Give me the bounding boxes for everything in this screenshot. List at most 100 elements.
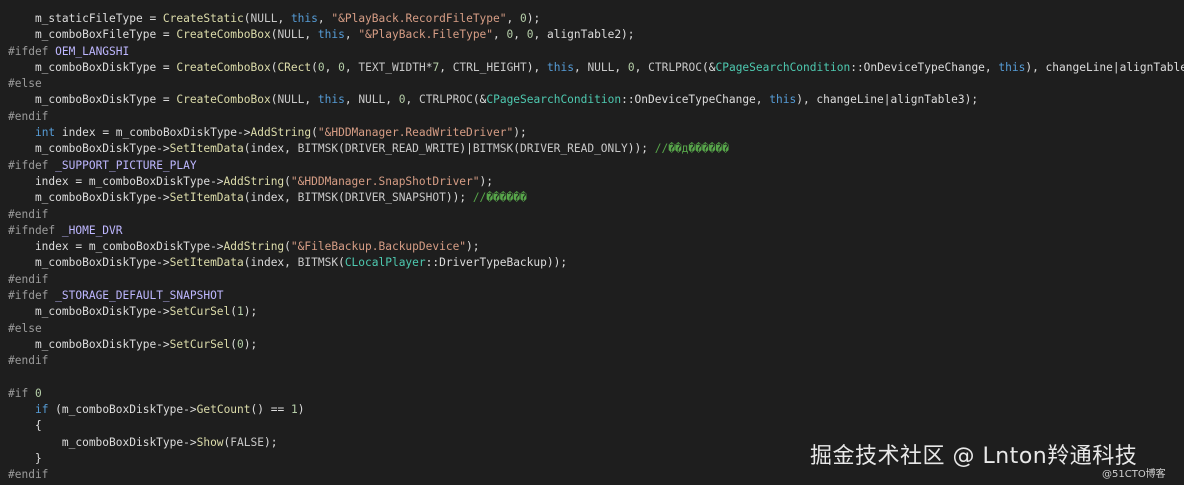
code-text-token: ), changeLine|alignTable3); <box>796 93 979 107</box>
code-text-token: (& <box>702 60 716 74</box>
function-token: AddString <box>250 126 312 140</box>
code-line[interactable]: int index = m_comboBoxDiskType->AddStrin… <box>0 125 1184 141</box>
number-token: 0 <box>317 60 325 74</box>
code-line[interactable]: m_comboBoxDiskType->SetItemData(index, B… <box>0 141 1184 157</box>
number-token: 0 <box>519 12 527 25</box>
code-line[interactable]: #endif <box>0 207 1184 223</box>
code-line[interactable]: #ifndef _HOME_DVR <box>0 223 1184 239</box>
code-line[interactable]: if (m_comboBoxDiskType->GetCount() == 1) <box>0 402 1184 418</box>
preprocessor-token: #else <box>8 321 42 335</box>
code-line[interactable]: #ifdef _STORAGE_DEFAULT_SNAPSHOT <box>0 288 1184 304</box>
code-text-token: ( <box>513 142 520 156</box>
function-token: SetItemData <box>169 191 244 205</box>
code-text-token: ( <box>284 174 291 188</box>
preprocessor-token: #endif <box>8 109 49 123</box>
macro-token: BITMSK <box>297 142 339 156</box>
code-line[interactable]: m_comboBoxDiskType = CreateComboBox(NULL… <box>0 92 1184 108</box>
macro-token: NULL <box>277 28 305 42</box>
code-line[interactable]: { <box>0 418 1184 434</box>
code-text-token: , <box>439 60 453 74</box>
macro-token: TEXT_WIDTH <box>358 60 426 74</box>
code-line[interactable]: #ifdef OEM_LANGSHI <box>0 44 1184 60</box>
code-text-token: ); <box>466 240 480 254</box>
code-line[interactable]: #else <box>0 321 1184 337</box>
code-text-token: , <box>506 12 520 25</box>
number-token: 0 <box>338 60 345 74</box>
preprocessor-symbol-token: OEM_LANGSHI <box>55 44 130 58</box>
keyword-token: if <box>34 403 49 417</box>
code-line[interactable]: m_staticFileType = CreateStatic(NULL, th… <box>0 11 1184 27</box>
code-line[interactable]: #ifdef _SUPPORT_PICTURE_PLAY <box>0 158 1184 174</box>
preprocessor-token: #else <box>8 77 42 91</box>
code-text-token: , alignTable2); <box>533 28 635 42</box>
code-line[interactable]: m_comboBoxDiskType->SetCurSel(1); <box>0 304 1184 320</box>
code-text-token: ); <box>513 126 527 140</box>
macro-token: CTRLPROC <box>648 60 702 74</box>
code-text-token: , <box>634 60 649 74</box>
code-text-token: ( <box>338 142 345 156</box>
code-text-token: ( <box>338 256 345 270</box>
macro-token: DRIVER_READ_ONLY <box>519 142 628 156</box>
code-text-token: , <box>344 93 359 107</box>
code-line[interactable]: #endif <box>0 109 1184 125</box>
code-line[interactable]: m_comboBoxFileType = CreateComboBox(NULL… <box>0 27 1184 43</box>
function-token: SetItemData <box>169 256 244 270</box>
macro-token: DRIVER_READ_WRITE <box>344 142 460 156</box>
code-line[interactable]: index = m_comboBoxDiskType->AddString("&… <box>0 174 1184 190</box>
number-token: 1 <box>290 403 298 417</box>
number-token: 1 <box>237 305 244 319</box>
code-text-token: , <box>385 93 399 107</box>
code-text-token: ); <box>479 174 493 188</box>
function-token: AddString <box>223 240 285 254</box>
code-text-token: m_comboBoxFileType = <box>8 28 177 42</box>
code-text-token: )); <box>445 191 467 205</box>
code-text-token: (index, <box>243 191 298 205</box>
preprocessor-token: #endif <box>8 272 49 286</box>
code-line[interactable]: #else <box>0 76 1184 92</box>
code-line[interactable]: m_comboBoxDiskType = CreateComboBox (CRec… <box>0 60 1184 76</box>
code-line[interactable]: m_comboBoxDiskType->SetCurSel(0); <box>0 337 1184 353</box>
code-text-token: , <box>344 60 359 74</box>
code-text-token: ( <box>311 126 318 140</box>
keyword-token: this <box>317 93 345 107</box>
code-text-token: , <box>405 93 419 107</box>
code-line[interactable] <box>0 370 1184 386</box>
code-editor[interactable]: m_staticFileType = CreateStatic ( NULL, th… <box>0 0 1184 485</box>
keyword-token: this <box>317 28 345 42</box>
function-token: CreateStatic <box>162 12 244 25</box>
code-text-token: , <box>324 60 339 74</box>
code-text-token: m_staticFileType = <box>8 12 163 25</box>
code-text-token: } <box>8 452 42 466</box>
string-token: "&PlayBack.FileType" <box>358 28 494 42</box>
code-text-token: () == <box>250 403 291 417</box>
code-block[interactable]: m_staticFileType = CreateStatic ( NULL, th… <box>0 11 1184 484</box>
function-token: GetCount <box>196 403 251 417</box>
code-text-token: ); <box>526 12 541 25</box>
class-token: CPageSearchCondition <box>486 93 622 107</box>
macro-token: CTRLPROC <box>418 93 473 107</box>
code-text-token: m_comboBoxDiskType-> <box>8 435 197 449</box>
code-text-token: ::DriverTypeBackup)); <box>425 256 568 270</box>
code-line[interactable]: m_comboBoxDiskType->SetItemData(index, B… <box>0 190 1184 206</box>
code-text-token: (m_comboBoxDiskType-> <box>48 403 197 417</box>
code-text-token: ( <box>284 240 291 254</box>
code-text-token: , <box>317 12 332 25</box>
watermark-51cto: @51CTO博客 <box>1102 469 1166 480</box>
preprocessor-token: #if <box>8 386 35 400</box>
macro-token: NULL <box>250 12 278 25</box>
code-text-token: m_comboBoxDiskType-> <box>8 191 170 205</box>
function-token: CreateComboBox <box>176 28 271 42</box>
string-token: "&HDDManager.ReadWriteDriver" <box>317 126 514 140</box>
code-line[interactable]: #if 0 <box>0 386 1184 402</box>
code-line[interactable]: #endif <box>0 353 1184 369</box>
code-line[interactable]: #endif <box>0 272 1184 288</box>
code-text-token: index = m_comboBoxDiskType-> <box>8 240 224 254</box>
number-token: 0 <box>237 337 244 351</box>
code-text-token: index = m_comboBoxDiskType-> <box>55 126 251 140</box>
number-token: 0 <box>526 28 534 42</box>
preprocessor-token: #ifdef <box>8 158 56 172</box>
code-line[interactable]: index = m_comboBoxDiskType->AddString("&… <box>0 239 1184 255</box>
code-text-token: , <box>344 28 359 42</box>
code-line[interactable]: m_comboBoxDiskType->SetItemData(index, B… <box>0 255 1184 271</box>
